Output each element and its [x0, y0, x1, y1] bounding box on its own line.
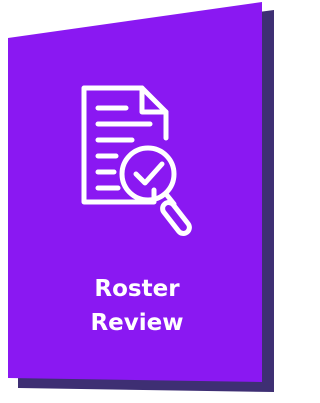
card-title: Roster Review	[30, 272, 244, 340]
roster-review-card[interactable]: Roster Review	[0, 0, 274, 403]
card-title-line1: Roster	[94, 276, 180, 302]
document-search-checkmark-icon	[81, 85, 192, 236]
card-title-line2: Review	[90, 310, 184, 336]
